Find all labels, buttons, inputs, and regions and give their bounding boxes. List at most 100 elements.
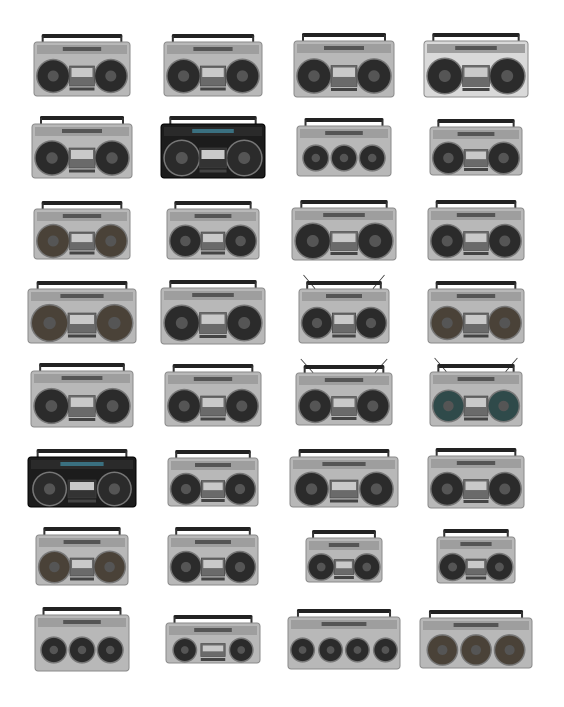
cassette-window xyxy=(333,398,355,408)
tuner-dial xyxy=(456,213,496,217)
speaker-cap xyxy=(175,317,188,329)
speaker-cap xyxy=(234,561,246,573)
boombox-photo xyxy=(429,357,523,427)
cassette-window xyxy=(331,482,357,491)
control-buttons xyxy=(200,417,226,421)
control-buttons xyxy=(464,417,488,421)
boombox-photo xyxy=(160,280,266,345)
boombox-illustration xyxy=(164,364,262,427)
tuner-dial xyxy=(194,214,232,218)
speaker-cap xyxy=(46,152,58,164)
boombox-illustration xyxy=(429,357,523,427)
boombox-illustration xyxy=(35,527,129,586)
boombox-illustration xyxy=(160,116,266,179)
boombox-illustration xyxy=(167,450,259,507)
boombox-illustration xyxy=(289,449,399,508)
speaker-cap xyxy=(499,317,511,329)
tuner-dial xyxy=(460,542,492,546)
speaker-cap xyxy=(368,70,380,82)
boombox-illustration xyxy=(30,363,134,428)
boombox-photo xyxy=(295,358,393,426)
boombox-photo xyxy=(167,450,259,507)
cassette-window xyxy=(71,150,93,159)
tuner-dial xyxy=(195,463,231,467)
speaker-cap xyxy=(77,645,87,655)
tuner-dial xyxy=(194,628,232,632)
boombox-photo xyxy=(166,201,260,260)
tuner-dial xyxy=(457,377,495,381)
carry-handle xyxy=(173,615,253,619)
cassette-window xyxy=(70,397,94,407)
boombox-illustration xyxy=(293,33,395,98)
carry-handle xyxy=(40,116,124,120)
tuner-dial xyxy=(195,540,231,544)
speaker-cap xyxy=(448,562,458,572)
speaker-cap xyxy=(49,561,60,573)
cassette-window xyxy=(467,561,485,569)
speaker-cap xyxy=(180,561,192,573)
boombox-illustration xyxy=(31,116,133,179)
tuner-dial xyxy=(62,47,102,51)
tuner-dial xyxy=(60,462,104,466)
control-buttons xyxy=(201,251,225,255)
carry-handle xyxy=(435,200,517,204)
carry-handle xyxy=(296,609,392,613)
cassette-window xyxy=(466,398,486,407)
tuner-dial xyxy=(328,543,360,547)
boombox-collection-grid xyxy=(0,0,564,707)
cassette-window xyxy=(202,645,224,652)
cassette-window xyxy=(203,234,223,243)
boombox-illustration xyxy=(33,34,131,97)
speaker-cap xyxy=(370,483,382,495)
speaker-cap xyxy=(238,317,251,329)
speaker-cap xyxy=(369,235,382,247)
tuner-dial xyxy=(61,376,103,380)
boombox-photo xyxy=(33,201,131,260)
speaker-cap xyxy=(441,235,453,247)
boombox-photo xyxy=(160,116,266,179)
speaker-cap xyxy=(499,483,511,495)
boombox-photo xyxy=(291,200,397,261)
speaker-cap xyxy=(43,316,56,330)
speaker-cap xyxy=(234,483,246,495)
speaker-cap xyxy=(326,646,335,654)
carry-handle xyxy=(437,119,515,123)
speaker-cap xyxy=(309,400,321,412)
cassette-window xyxy=(465,233,487,243)
boombox-illustration xyxy=(427,448,525,509)
tuner-dial xyxy=(456,461,496,465)
speaker-cap xyxy=(494,562,504,572)
carry-handle xyxy=(312,530,376,534)
tuner-dial xyxy=(62,129,102,133)
carry-handle xyxy=(175,527,251,531)
boombox-photo xyxy=(289,449,399,508)
boombox-photo xyxy=(165,615,261,664)
speaker-cap xyxy=(105,70,117,82)
cassette-window xyxy=(202,68,224,77)
carry-handle xyxy=(443,529,509,533)
tuner-dial xyxy=(324,378,364,382)
cassette-window xyxy=(332,233,356,243)
cassette-window xyxy=(71,234,93,243)
control-buttons xyxy=(199,169,227,173)
carry-handle xyxy=(175,450,251,454)
speaker-cap xyxy=(180,235,191,247)
carry-handle xyxy=(306,281,382,285)
carry-handle xyxy=(432,33,520,37)
control-buttons xyxy=(69,169,95,173)
boombox-illustration xyxy=(287,609,401,670)
control-buttons xyxy=(67,334,97,338)
boombox-illustration xyxy=(166,201,260,260)
tuner-dial xyxy=(326,294,362,298)
cassette-window xyxy=(466,151,486,160)
speaker-cap xyxy=(438,70,451,82)
speaker-cap xyxy=(306,483,318,495)
boombox-photo xyxy=(427,200,525,261)
control-buttons xyxy=(199,335,227,338)
boombox-illustration xyxy=(296,118,392,177)
speaker-cap xyxy=(470,644,482,656)
cassette-window xyxy=(201,314,225,324)
boombox-photo xyxy=(427,448,525,509)
carry-handle xyxy=(304,118,384,122)
tuner-dial xyxy=(63,540,101,544)
